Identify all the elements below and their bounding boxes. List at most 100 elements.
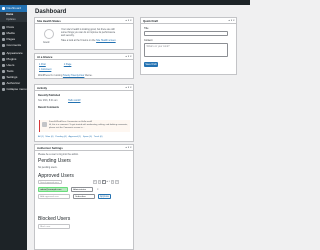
posts-icon: [2, 25, 5, 29]
quick-draft-widget: Quick Draft ▴ ▾ ▾ Title Content What's o…: [140, 17, 237, 75]
new-approved-email-input[interactable]: Add approved user: [38, 194, 70, 199]
chevron-up-icon[interactable]: ▴: [126, 146, 127, 149]
health-items-count: 6 items: [80, 38, 89, 42]
current-page-input[interactable]: 1: [102, 180, 106, 184]
draft-title-input[interactable]: [144, 31, 228, 36]
sidebar-item-label: Posts: [6, 24, 15, 29]
recent-comments-heading: Recent Comments: [38, 106, 59, 109]
admin-sidebar: Dashboard Home Updates Posts Media Pages…: [0, 5, 27, 250]
sidebar-item-label: Appearance: [6, 50, 23, 55]
widget-title: At a Glance: [37, 54, 53, 59]
filter-mine[interactable]: Mine (0): [46, 136, 54, 138]
authorizer-intro: Please be a user to log into the admin.: [38, 153, 79, 156]
glance-comments-link[interactable]: 1 Comment: [39, 68, 51, 71]
prev-page-button[interactable]: ‹: [97, 180, 101, 184]
toggle-arrow-icon[interactable]: ▾: [130, 146, 131, 149]
last-page-button[interactable]: »: [115, 180, 119, 184]
filter-trash[interactable]: Trash (0): [94, 136, 103, 138]
blocked-user-input[interactable]: Block user: [38, 224, 70, 229]
site-health-widget: Site Health Status ▴ ▾ ▾ Good Your site'…: [34, 17, 134, 50]
chevron-down-icon[interactable]: ▾: [128, 55, 129, 58]
glance-pages-link[interactable]: 1 Page: [64, 63, 72, 66]
widget-header: Activity ▴ ▾ ▾: [35, 85, 133, 91]
widget-title: Quick Draft: [143, 18, 159, 23]
sidebar-item-dashboard[interactable]: Dashboard: [0, 5, 27, 12]
user-role-select[interactable]: Administrator: [71, 187, 93, 192]
save-draft-button[interactable]: Save Draft: [144, 62, 158, 67]
dashboard-icon: [2, 7, 5, 10]
media-icon: [2, 31, 5, 35]
sidebar-item-comments[interactable]: Comments: [0, 42, 27, 48]
widget-header: Site Health Status ▴ ▾ ▾: [35, 18, 133, 24]
users-icon: [2, 64, 5, 68]
page-total: of 1: [106, 180, 110, 183]
glance-footer: WordPress 6.x running Twenty Twenty-Four…: [38, 73, 93, 77]
at-a-glance-widget: At a Glance ▴ ▾ ▾ 1 Post 1 Page 1 Commen…: [34, 53, 134, 79]
post-date: Nov 26th, 8:01 am: [38, 99, 58, 102]
chevron-up-icon[interactable]: ▴: [126, 19, 127, 22]
filter-spam[interactable]: Spam (0): [83, 136, 92, 138]
pages-icon: [2, 37, 5, 41]
filter-pending[interactable]: Pending (0): [55, 136, 66, 138]
chevron-down-icon[interactable]: ▾: [128, 86, 129, 89]
widget-title: Authorizer Settings: [37, 145, 63, 150]
new-user-role-select[interactable]: Subscriber: [73, 194, 95, 199]
widget-header: At a Glance ▴ ▾ ▾: [35, 54, 133, 60]
widget-header: Authorizer Settings ▴ ▾ ▾: [35, 145, 133, 151]
glance-posts-link[interactable]: 1 Post: [39, 63, 46, 66]
sidebar-item-label: Users: [6, 63, 15, 68]
toggle-arrow-icon[interactable]: ▾: [130, 55, 131, 58]
activity-widget: Activity ▴ ▾ ▾ Recently Published Nov 26…: [34, 84, 134, 142]
chevron-down-icon[interactable]: ▾: [128, 19, 129, 22]
sidebar-item-label: Plugins: [6, 57, 17, 62]
toggle-arrow-icon[interactable]: ▾: [130, 19, 131, 22]
chevron-down-icon[interactable]: ▾: [128, 146, 129, 149]
blocked-users-heading: Blocked Users: [38, 216, 71, 222]
sidebar-item-label: Media: [6, 30, 15, 35]
toggle-arrow-icon[interactable]: ▾: [130, 86, 131, 89]
sidebar-item-label: Tools: [6, 69, 14, 74]
avatar: [42, 122, 47, 127]
health-status-label: Good: [43, 41, 50, 44]
remove-user-icon[interactable]: ×: [97, 188, 99, 191]
collapse-icon: [2, 88, 5, 92]
approved-search-input[interactable]: Search approved users: [38, 180, 62, 184]
sidebar-item-label: Dashboard: [6, 6, 22, 10]
comment-filters: All (1) Mine (0) Pending (0) Approved (1…: [38, 136, 103, 138]
approve-button[interactable]: Approve: [98, 194, 111, 199]
chevron-up-icon[interactable]: ▴: [126, 86, 127, 89]
draft-title-label: Title: [144, 27, 149, 30]
sidebar-subitem-label: Updates: [6, 18, 16, 21]
approved-user-email: admin@example.com: [38, 187, 68, 192]
page-title: Dashboard: [35, 9, 67, 15]
admin-bar: [0, 0, 250, 5]
health-status-circle-icon: [44, 29, 54, 39]
sidebar-subitem-label: Home: [6, 13, 14, 16]
toggle-arrow-icon[interactable]: ▾: [233, 19, 234, 22]
filter-approved[interactable]: Approved (1): [68, 136, 81, 138]
first-page-button[interactable]: «: [93, 180, 97, 184]
tools-icon: [2, 70, 5, 74]
site-health-link[interactable]: Site Health screen: [96, 39, 116, 42]
widget-header: Quick Draft ▴ ▾ ▾: [141, 18, 236, 24]
chevron-up-icon[interactable]: ▴: [126, 55, 127, 58]
sidebar-item-label: Pages: [6, 36, 16, 41]
sidebar-item-collapse[interactable]: Collapse menu: [0, 87, 27, 93]
appearance-icon: [2, 51, 5, 55]
plugins-icon: [2, 58, 5, 62]
draft-content-textarea[interactable]: What's on your mind?: [144, 43, 228, 57]
approved-pagination: « ‹ 1 of 1 › »: [93, 180, 119, 184]
comments-icon: [2, 43, 5, 47]
theme-link[interactable]: Twenty Twenty-Four: [63, 74, 84, 77]
post-link[interactable]: Hello world!: [68, 99, 81, 102]
health-items-note: Take a look at the 6 items on the Site H…: [61, 38, 117, 42]
chevron-down-icon[interactable]: ▾: [231, 19, 232, 22]
widget-title: Activity: [37, 85, 48, 90]
settings-icon: [2, 76, 5, 80]
sidebar-item-label: Collapse menu: [6, 87, 27, 92]
chevron-up-icon[interactable]: ▴: [229, 19, 230, 22]
sidebar-item-label: Authorizer: [6, 81, 21, 86]
filter-all[interactable]: All (1): [38, 136, 44, 138]
health-description: Your site's health is looking good, but …: [61, 28, 116, 38]
next-page-button[interactable]: ›: [110, 180, 115, 184]
